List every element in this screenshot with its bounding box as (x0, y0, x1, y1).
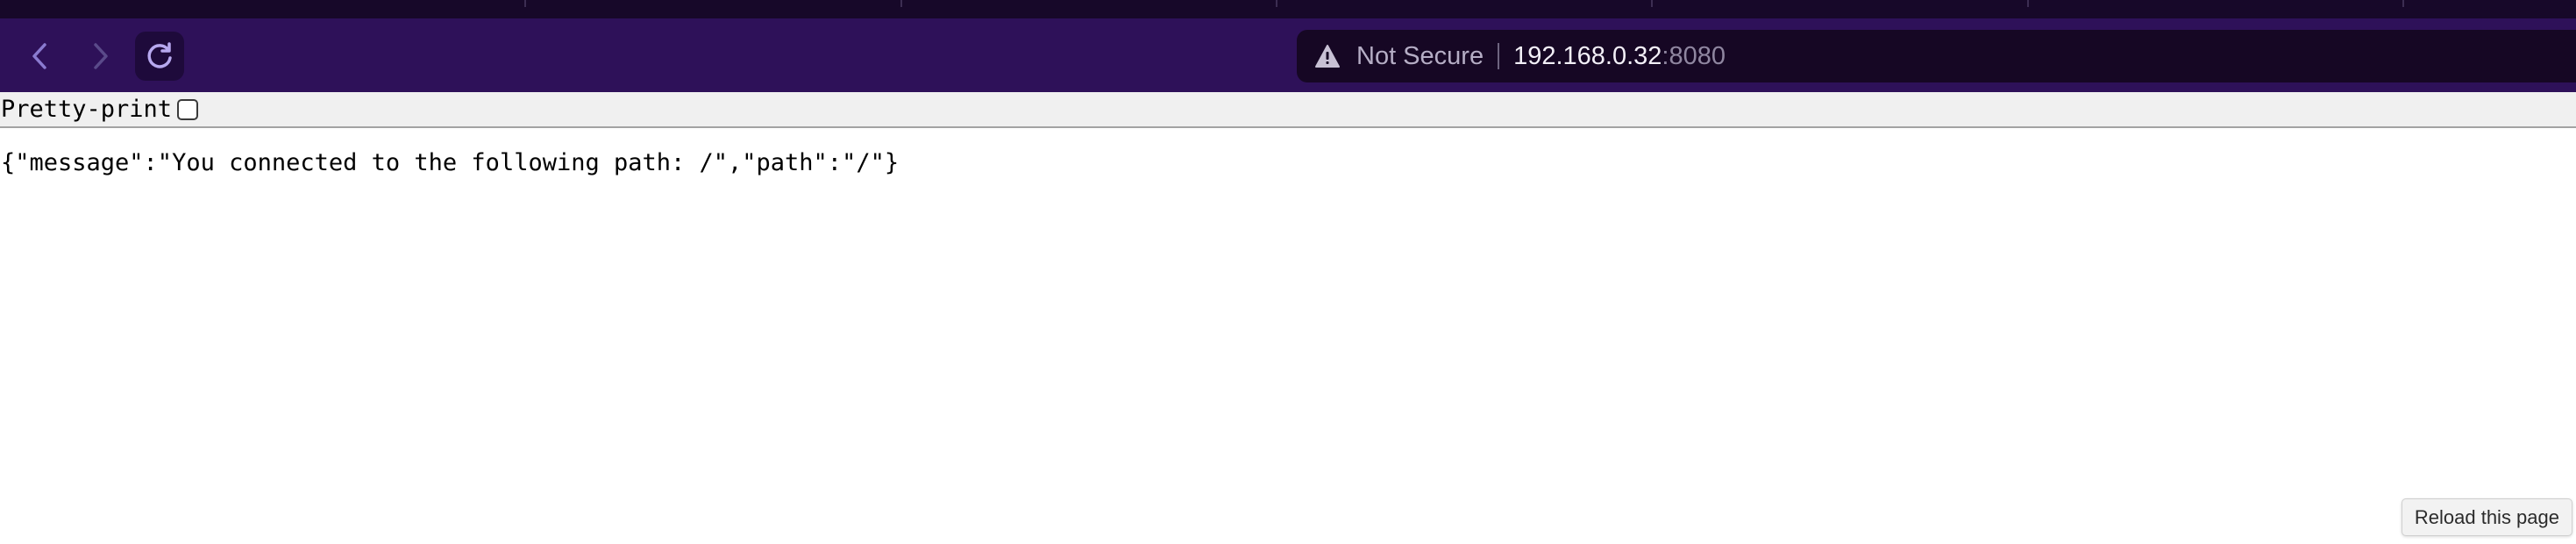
url-port[interactable]: :8080 (1662, 42, 1726, 71)
url-host[interactable]: 192.168.0.32 (1513, 42, 1662, 71)
back-button[interactable] (16, 32, 65, 81)
address-bar[interactable]: Not Secure 192.168.0.32:8080 (1297, 30, 2576, 82)
pretty-print-bar: Pretty-print (0, 92, 2576, 128)
pretty-print-label[interactable]: Pretty-print (1, 96, 172, 123)
tab-separator (1276, 0, 1277, 7)
json-content: {"message":"You connected to the followi… (1, 149, 900, 176)
reload-button[interactable] (135, 32, 184, 81)
chevron-right-icon (94, 43, 108, 69)
security-status[interactable]: Not Secure (1356, 42, 1484, 71)
tab-strip (0, 0, 2576, 18)
warning-triangle-icon (1315, 45, 1340, 68)
forward-button[interactable] (75, 32, 125, 81)
tab-separator (900, 0, 902, 7)
reload-tooltip: Reload this page (2401, 498, 2572, 536)
tab-separator (2027, 0, 2029, 7)
reload-icon (147, 42, 172, 68)
pretty-print-checkbox[interactable] (177, 98, 199, 120)
chevron-left-icon (32, 43, 46, 69)
tab-separator (2402, 0, 2404, 7)
tab-separator (1651, 0, 1653, 7)
url-divider (1498, 43, 1500, 69)
tab-separator (524, 0, 526, 7)
